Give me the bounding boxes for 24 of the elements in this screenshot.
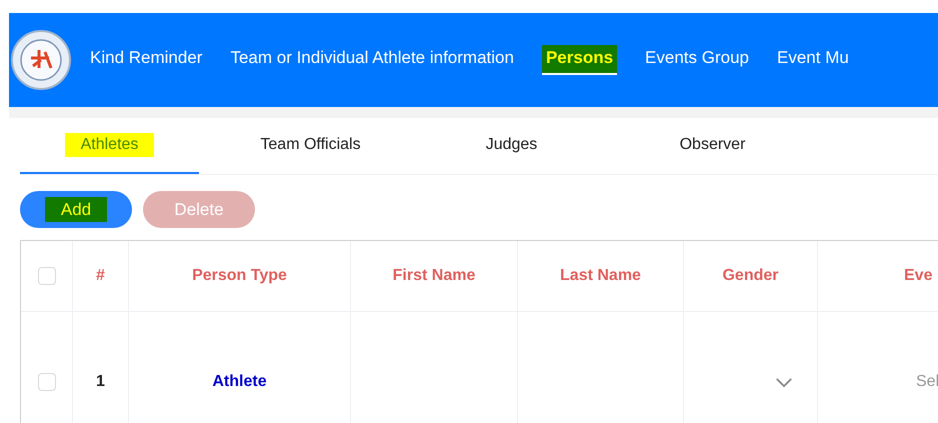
nav-link[interactable]: Team or Individual Athlete information <box>230 45 514 75</box>
column-header: Last Name <box>560 266 641 286</box>
column-header: Gender <box>722 266 778 286</box>
column-header: First Name <box>392 266 476 286</box>
tab[interactable]: Team Officials <box>221 118 400 174</box>
tab[interactable]: Athletes <box>20 118 199 174</box>
checkbox[interactable] <box>38 373 56 391</box>
nav-link[interactable]: Kind Reminder <box>90 45 202 75</box>
nav-link[interactable]: Persons <box>542 45 618 75</box>
gender-select[interactable] <box>775 376 793 388</box>
checkbox[interactable] <box>38 267 56 285</box>
column-header: Eve <box>904 266 932 286</box>
table-cell-text: Athlete <box>212 372 267 392</box>
nav-link[interactable]: Event Mu <box>777 45 849 75</box>
chevron-down-icon <box>775 376 793 388</box>
event-select[interactable]: Sel <box>916 370 938 394</box>
column-header: # <box>96 266 105 286</box>
tab[interactable]: Judges <box>422 118 601 174</box>
tab[interactable]: Observer <box>623 118 802 174</box>
nav-link[interactable]: Events Group <box>645 45 749 75</box>
action-button[interactable]: Add <box>20 191 132 228</box>
logo-icon <box>11 30 71 90</box>
table-cell-text: 1 <box>96 372 105 392</box>
column-header: Person Type <box>192 266 287 286</box>
